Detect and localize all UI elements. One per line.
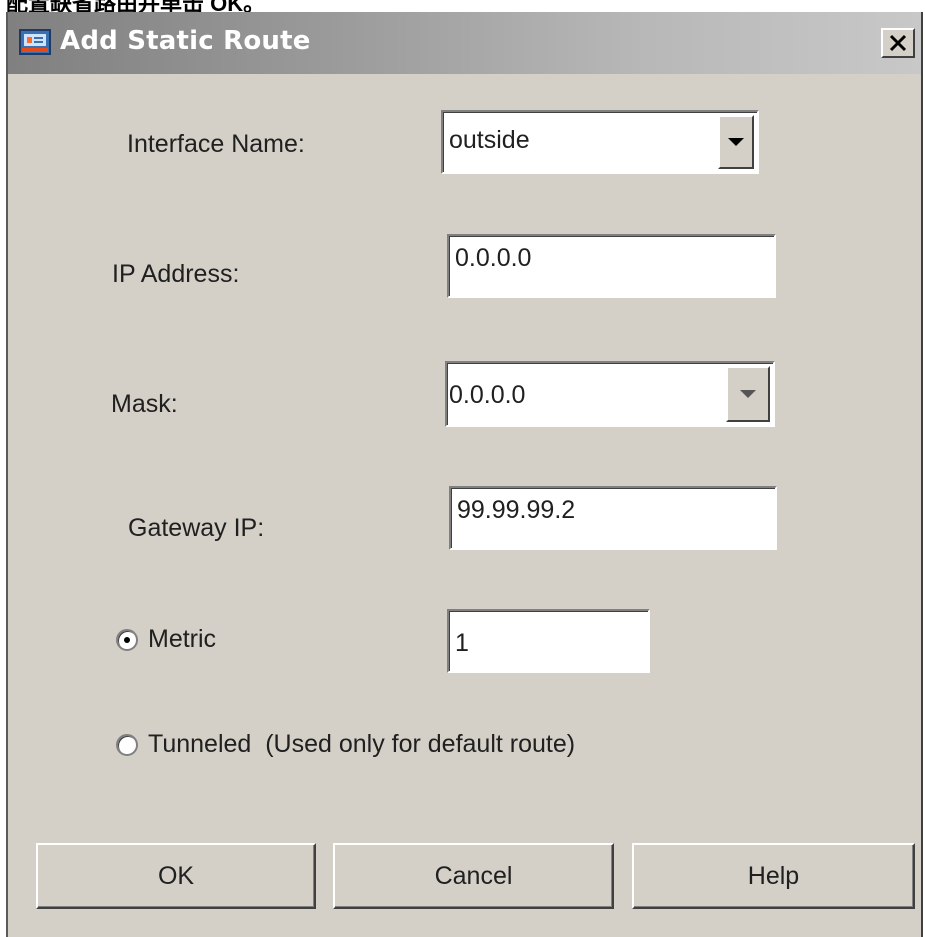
cancel-button[interactable]: Cancel	[333, 843, 614, 909]
gateway-ip-input[interactable]: 99.99.99.2	[449, 486, 777, 550]
add-static-route-dialog: Add Static Route Interface Name: outside…	[6, 12, 923, 937]
chevron-down-icon	[740, 390, 756, 398]
ok-button[interactable]: OK	[36, 843, 316, 909]
metric-value: 1	[455, 629, 469, 657]
mask-dropdown-button[interactable]	[726, 366, 770, 422]
interface-name-dropdown-button[interactable]	[718, 115, 754, 169]
ip-address-label: IP Address:	[112, 260, 240, 288]
close-icon	[889, 34, 907, 52]
gateway-ip-value: 99.99.99.2	[457, 496, 576, 524]
interface-name-select[interactable]: outside	[441, 110, 759, 174]
gateway-ip-label: Gateway IP:	[128, 514, 265, 542]
page-caption: 配置缺省路由并单击 OK。	[0, 0, 925, 12]
mask-label: Mask:	[111, 390, 178, 418]
tunneled-label[interactable]: Tunneled (Used only for default route)	[148, 730, 575, 759]
ip-address-value: 0.0.0.0	[455, 244, 532, 272]
radio-selected-dot	[124, 637, 130, 643]
app-icon	[19, 29, 51, 55]
dialog-title: Add Static Route	[60, 26, 311, 56]
close-button[interactable]	[881, 28, 915, 58]
metric-label[interactable]: Metric	[148, 625, 216, 654]
dialog-titlebar[interactable]: Add Static Route	[8, 12, 921, 74]
mask-select[interactable]: 0.0.0.0	[445, 361, 775, 427]
caption-text: 配置缺省路由并单击 OK。	[6, 0, 265, 12]
chevron-down-icon	[728, 138, 744, 146]
interface-name-label: Interface Name:	[127, 130, 305, 158]
help-button[interactable]: Help	[632, 843, 915, 909]
metric-input[interactable]: 1	[447, 609, 650, 673]
interface-name-value: outside	[449, 126, 530, 154]
tunneled-radio[interactable]	[116, 734, 138, 756]
metric-radio[interactable]	[116, 629, 138, 651]
ip-address-input[interactable]: 0.0.0.0	[447, 234, 776, 298]
mask-value: 0.0.0.0	[449, 381, 526, 409]
